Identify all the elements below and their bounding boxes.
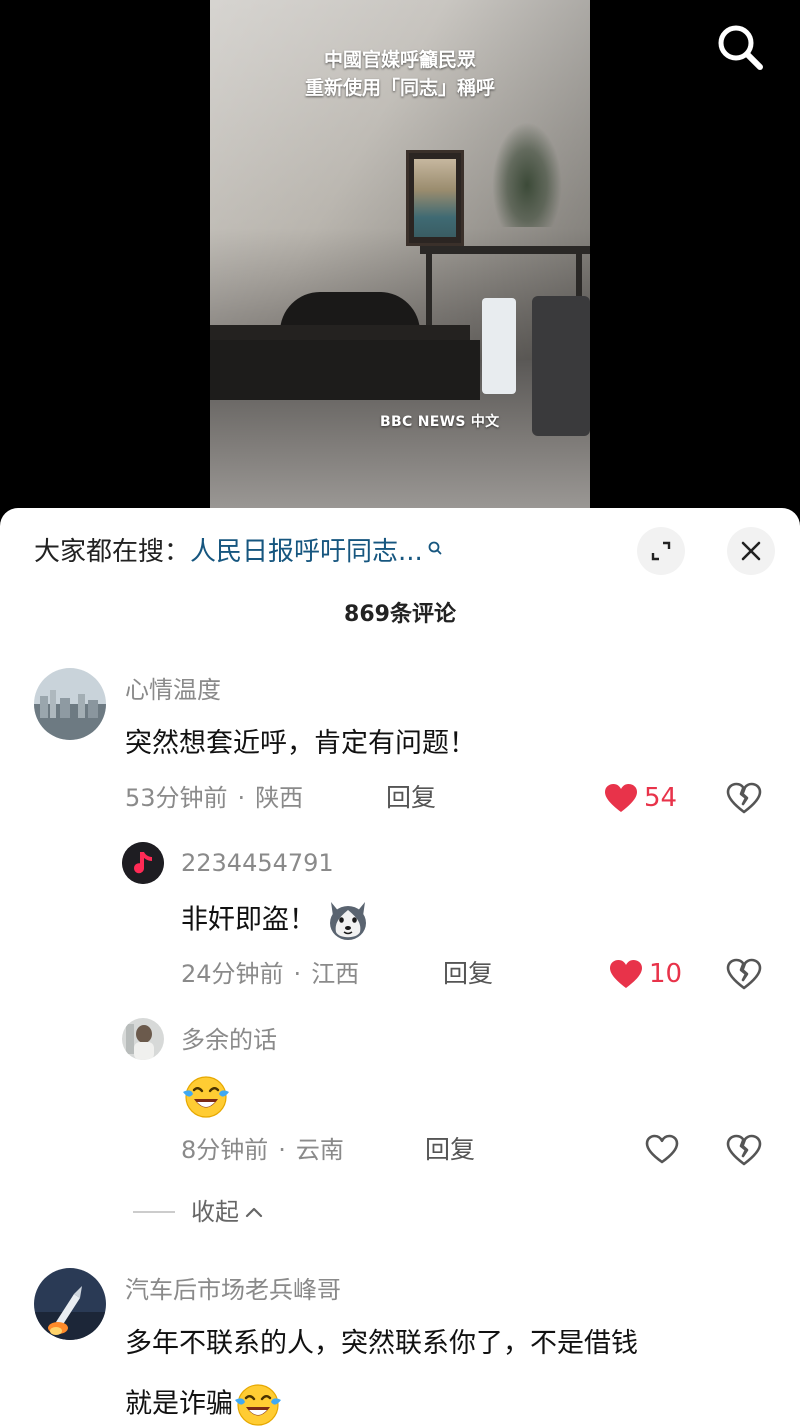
meta-separator: · (278, 1136, 286, 1164)
comment-username[interactable]: 汽车后市场老兵峰哥 (125, 1274, 341, 1306)
comment-text-content: 非奸即盗！ (181, 904, 316, 936)
bed-frame (210, 340, 480, 400)
expand-icon (651, 541, 671, 561)
video-caption-line2: 重新使用「同志」稱呼 (304, 77, 495, 99)
meta-separator: · (293, 960, 302, 988)
collapse-label: 收起 (191, 1198, 239, 1226)
plant (492, 122, 562, 227)
comment-location: 陕西 (255, 784, 304, 812)
heart-outline-icon (645, 1134, 679, 1164)
reply-button[interactable]: 回复 (443, 958, 493, 990)
comment-sheet: 大家都在搜：人民日报呼吁同志... 869条评论 心情温度 突然想套近呼，肯定有… (0, 508, 800, 1428)
collapse-divider (133, 1211, 175, 1213)
comment-location: 云南 (295, 1136, 344, 1164)
search-button[interactable] (712, 20, 768, 76)
like-count: 10 (649, 959, 683, 989)
comment-text (181, 1074, 229, 1120)
comment-text-line2: 就是诈骗 (125, 1388, 233, 1420)
comment-time: 8分钟前 (181, 1136, 269, 1164)
husky-emoji-icon (325, 898, 371, 944)
like-button[interactable] (645, 1134, 679, 1164)
broken-heart-icon (726, 782, 762, 814)
video-caption-line1: 中國官媒呼籲民眾 (323, 49, 476, 71)
video-watermark: BBC NEWS 中文 (380, 414, 500, 430)
comment-username[interactable]: 多余的话 (181, 1024, 277, 1056)
side-table (420, 246, 590, 254)
expand-button[interactable] (637, 527, 685, 575)
comment-meta: 24分钟前 · 江西 (181, 958, 359, 990)
chair (532, 296, 590, 436)
comment-time: 24分钟前 (181, 960, 284, 988)
broken-heart-icon (726, 958, 762, 990)
comment-text: 非奸即盗！ (181, 898, 371, 944)
avatar[interactable] (122, 842, 164, 884)
like-button[interactable]: 54 (604, 782, 677, 814)
trending-search-prefix: 大家都在搜： (34, 537, 191, 567)
comment-time: 53分钟前 (125, 784, 228, 812)
trending-search-query[interactable]: 人民日报呼吁同志... (190, 537, 423, 567)
reply-button[interactable]: 回复 (425, 1134, 475, 1166)
avatar[interactable] (122, 1018, 164, 1060)
comment-text-line2-wrap: 就是诈骗 (125, 1382, 281, 1428)
dislike-button[interactable] (726, 782, 762, 818)
video-player[interactable]: 中國官媒呼籲民眾 重新使用「同志」稱呼 BBC NEWS 中文 (0, 0, 800, 520)
trending-search-bar[interactable]: 大家都在搜：人民日报呼吁同志... (34, 534, 443, 570)
chevron-up-icon (245, 1207, 263, 1218)
close-button[interactable] (727, 527, 775, 575)
storage-bin (482, 298, 516, 394)
heart-filled-icon (605, 784, 637, 812)
comment-location: 江西 (311, 960, 360, 988)
avatar[interactable] (34, 1268, 106, 1340)
crying-laughing-emoji-icon (181, 1074, 229, 1120)
comment-text-line1: 多年不联系的人，突然联系你了，不是借钱 (125, 1328, 638, 1359)
close-icon (741, 541, 761, 561)
meta-separator: · (237, 784, 246, 812)
comment-meta: 8分钟前 · 云南 (181, 1134, 344, 1166)
reply-button[interactable]: 回复 (386, 782, 436, 814)
dislike-button[interactable] (726, 958, 762, 994)
portrait-frame (406, 150, 464, 246)
comment-text: 突然想套近呼，肯定有问题！ (125, 728, 476, 759)
small-search-icon (427, 530, 443, 566)
comment-count: 869条评论 (344, 602, 456, 627)
avatar[interactable] (34, 668, 106, 740)
comment-username[interactable]: 2234454791 (181, 847, 334, 879)
like-button[interactable]: 10 (609, 958, 682, 990)
crying-laughing-emoji-icon (233, 1382, 281, 1428)
comment-username[interactable]: 心情温度 (125, 674, 221, 706)
like-count: 54 (644, 783, 678, 813)
search-icon (718, 25, 763, 70)
dislike-button[interactable] (726, 1134, 762, 1170)
heart-filled-icon (610, 960, 642, 988)
collapse-replies-button[interactable]: 收起 (133, 1196, 265, 1228)
comment-meta: 53分钟前 · 陕西 (125, 782, 303, 814)
video-caption: 中國官媒呼籲民眾 重新使用「同志」稱呼 (210, 46, 590, 102)
broken-heart-icon (726, 1134, 762, 1166)
